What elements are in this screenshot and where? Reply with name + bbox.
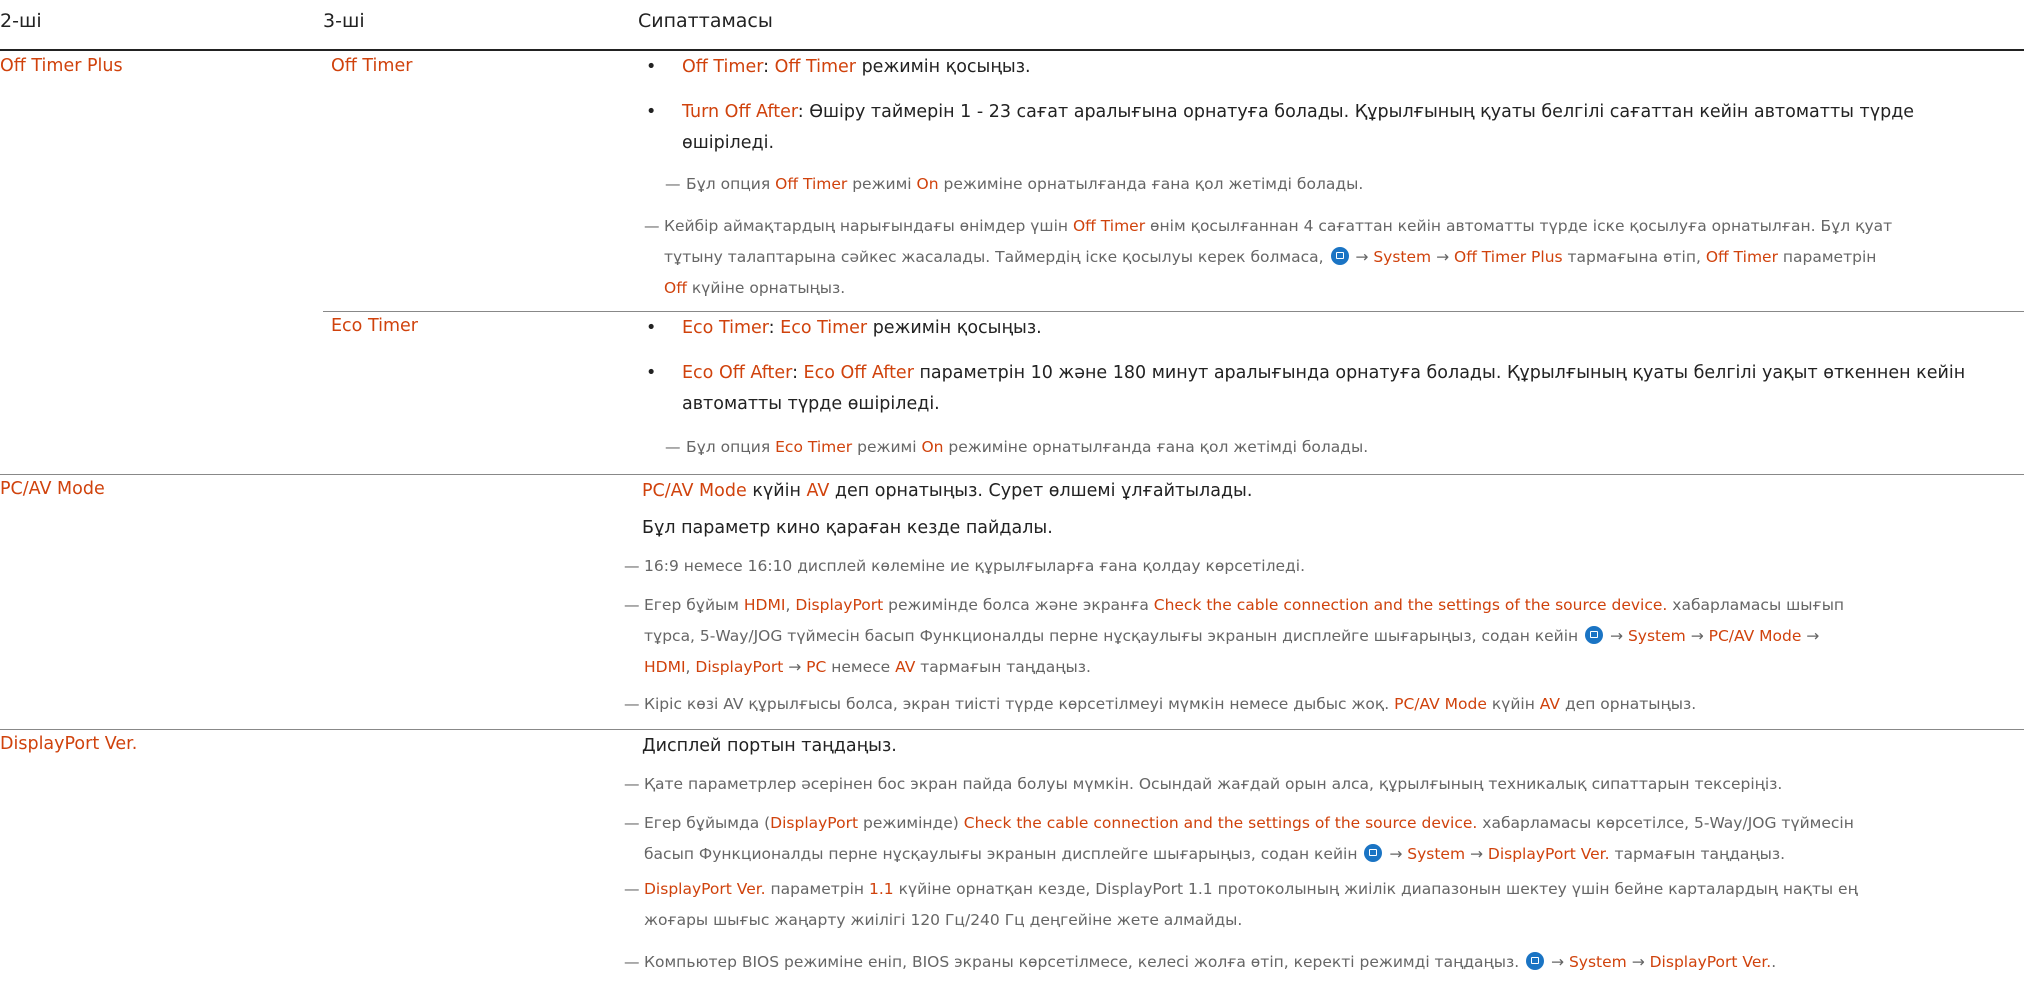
bullet-dot: • — [646, 57, 657, 77]
bullet-off-timer: • Off Timer: Off Timer режимін қосыңыз. — [646, 52, 2017, 83]
row-divider — [0, 474, 2024, 475]
note-displayport-1-1: — DisplayPort Ver. параметрін 1.1 күйіне… — [624, 880, 1858, 929]
bullet-dot: • — [646, 102, 657, 122]
row-label-displayport-ver: DisplayPort Ver. — [0, 734, 138, 754]
menu-icon — [1330, 247, 1349, 265]
note-pc-av-cable: — Егер бұйым HDMI, DisplayPort режимінде… — [624, 596, 1845, 676]
note-eco-timer-on: — Бұл опция Eco Timer режимі On режиміне… — [665, 438, 1369, 456]
row-label-pc-av-mode: PC/AV Mode — [0, 479, 105, 499]
header-divider — [0, 49, 2024, 51]
menu-icon — [1364, 844, 1383, 862]
note-off-timer-on: — Бұл опция Off Timer режимі On режиміне… — [665, 175, 1364, 193]
menu-icon — [1585, 626, 1604, 644]
row-label-off-timer: Off Timer — [331, 56, 413, 76]
displayport-description: Дисплей портын таңдаңыз. — [642, 736, 897, 756]
bullet-dot: • — [646, 318, 657, 338]
column-header-3: 3-ші — [323, 10, 365, 32]
column-header-description: Сипаттамасы — [638, 10, 773, 32]
note-pc-av-support: — 16:9 немесе 16:10 дисплей көлеміне ие … — [624, 557, 1305, 575]
bullet-turn-off-after: • Turn Off After: Өшіру таймерін 1 - 23 … — [646, 97, 2017, 159]
column-header-2: 2-ші — [0, 10, 42, 32]
note-displayport-blank-screen: — Қате параметрлер әсерінен бос экран па… — [624, 775, 1783, 793]
note-off-timer-regional: — Кейбір аймақтардың нарығындағы өнімдер… — [644, 217, 1893, 297]
bullet-dot: • — [646, 363, 657, 383]
row-label-off-timer-plus: Off Timer Plus — [0, 56, 123, 76]
note-displayport-cable: — Егер бұйымда (DisplayPort режимінде) C… — [624, 814, 1854, 863]
pc-av-usage: Бұл параметр кино қараған кезде пайдалы. — [642, 518, 1053, 538]
pc-av-description: PC/AV Mode күйін AV деп орнатыңыз. Сурет… — [642, 481, 1253, 501]
menu-icon — [1526, 952, 1545, 970]
note-pc-av-input-source: — Кіріс көзі AV құрылғысы болса, экран т… — [624, 695, 1697, 713]
note-displayport-bios: — Компьютер BIOS режиміне еніп, BIOS экр… — [624, 952, 1777, 971]
bullet-eco-off-after: • Eco Off After: Eco Off After параметрі… — [646, 358, 2017, 420]
row-label-eco-timer: Eco Timer — [331, 316, 418, 336]
sub-row-divider — [323, 311, 2024, 312]
row-divider — [0, 729, 2024, 730]
bullet-eco-timer: • Eco Timer: Eco Timer режимін қосыңыз. — [646, 313, 2017, 344]
